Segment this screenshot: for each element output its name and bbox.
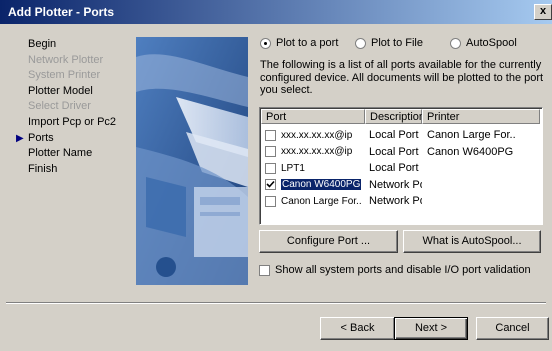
port-checkbox[interactable] — [265, 129, 276, 141]
cancel-button[interactable]: Cancel — [476, 317, 549, 340]
next-button[interactable]: Next > — [394, 317, 468, 340]
port-checkbox[interactable] — [265, 146, 276, 158]
port-name: xxx.xx.xx.xx@ip — [281, 129, 353, 141]
autospool-radio[interactable]: AutoSpool — [450, 37, 517, 49]
step-finish: Finish — [28, 162, 116, 178]
port-printer: Canon W6400PG — [427, 145, 514, 158]
step-begin: Begin — [28, 37, 116, 53]
show-all-ports-checkbox[interactable] — [259, 264, 270, 276]
output-mode-group: Plot to a port Plot to File AutoSpool — [260, 37, 550, 53]
port-printer: Canon Large For.. — [427, 129, 516, 142]
ports-list-header: Port Description Printer — [261, 109, 540, 125]
plot-to-file-radio[interactable]: Plot to File — [355, 37, 423, 49]
step-label: System Printer — [28, 69, 101, 82]
port-checkbox-checked[interactable] — [265, 179, 276, 191]
ports-list[interactable]: Port Description Printer xxx.xx.xx.xx@ip… — [259, 107, 543, 225]
port-name: xxx.xx.xx.xx@ip — [281, 146, 353, 158]
port-name: Canon Large For.. — [281, 195, 362, 207]
step-system-printer: System Printer — [28, 68, 116, 84]
step-label: Finish — [28, 162, 58, 175]
port-description: Local Port — [369, 162, 419, 175]
port-description: Network Port — [369, 178, 422, 191]
checkmark-icon — [266, 181, 275, 188]
step-network-plotter: Network Plotter — [28, 53, 116, 69]
list-item[interactable]: xxx.xx.xx.xx@ip Local Port Canon W6400PG — [261, 144, 540, 161]
current-step-arrow-icon: ▶ — [16, 132, 24, 144]
step-plotter-model: Plotter Model — [28, 84, 116, 100]
show-all-ports-label: Show all system ports and disable I/O po… — [275, 264, 531, 276]
footer-divider — [6, 302, 546, 304]
radio-indicator[interactable] — [260, 37, 271, 49]
list-item[interactable]: LPT1 Local Port — [261, 160, 540, 177]
column-header-port[interactable]: Port — [261, 109, 365, 124]
radio-label: AutoSpool — [466, 37, 517, 49]
step-label: Plotter Model — [28, 84, 93, 97]
show-all-ports-option[interactable]: Show all system ports and disable I/O po… — [259, 264, 531, 276]
port-description: Local Port — [369, 145, 419, 158]
list-item[interactable]: Canon Large For.. Network Port — [261, 193, 540, 210]
column-header-printer[interactable]: Printer — [422, 109, 540, 124]
back-button[interactable]: < Back — [320, 317, 395, 340]
port-cell: xxx.xx.xx.xx@ip — [261, 129, 365, 141]
close-button[interactable]: x — [534, 4, 552, 20]
step-label: Select Driver — [28, 100, 91, 113]
port-description: Network Port — [369, 195, 422, 208]
port-cell: Canon Large For.. — [261, 195, 365, 207]
plotter-illustration — [136, 37, 248, 285]
port-description: Local Port — [369, 129, 419, 142]
configure-port-button[interactable]: Configure Port ... — [259, 230, 398, 253]
step-label: Ports — [28, 131, 54, 144]
list-item[interactable]: xxx.xx.xx.xx@ip Local Port Canon Large F… — [261, 127, 540, 144]
ports-description: The following is a list of all ports ava… — [260, 59, 544, 96]
port-cell: LPT1 — [261, 162, 365, 174]
step-label: Network Plotter — [28, 53, 104, 66]
step-plotter-name: Plotter Name — [28, 146, 116, 162]
column-header-description[interactable]: Description — [365, 109, 425, 124]
step-label: Import Pcp or Pc2 — [28, 115, 117, 128]
port-checkbox[interactable] — [265, 195, 276, 207]
list-item-selected[interactable]: Canon W6400PG Network Port — [261, 177, 540, 194]
step-label: Begin — [28, 38, 57, 50]
radio-label: Plot to File — [371, 37, 423, 49]
step-import-pcp: Import Pcp or Pc2 — [28, 115, 116, 131]
plot-to-port-radio[interactable]: Plot to a port — [260, 37, 338, 49]
radio-indicator[interactable] — [450, 37, 461, 49]
step-label: Plotter Name — [28, 147, 93, 160]
port-cell: Canon W6400PG — [261, 179, 365, 191]
add-plotter-dialog: Add Plotter - Ports x Begin Network Plot… — [0, 0, 552, 351]
port-name: LPT1 — [281, 162, 305, 174]
what-is-autospool-button[interactable]: What is AutoSpool... — [403, 230, 541, 253]
step-ports: ▶ Ports — [16, 131, 116, 147]
radio-label: Plot to a port — [276, 37, 339, 49]
step-select-driver: Select Driver — [28, 99, 116, 115]
port-cell: xxx.xx.xx.xx@ip — [261, 146, 365, 158]
wizard-steps: Begin Network Plotter System Printer Plo… — [16, 37, 116, 178]
plotter-illustration-icon — [136, 37, 248, 285]
port-name: Canon W6400PG — [281, 179, 362, 191]
title-bar: Add Plotter - Ports x — [0, 0, 552, 24]
window-title: Add Plotter - Ports — [8, 5, 115, 19]
radio-indicator[interactable] — [355, 37, 366, 49]
port-checkbox[interactable] — [265, 162, 276, 174]
ports-list-rows: xxx.xx.xx.xx@ip Local Port Canon Large F… — [261, 127, 540, 210]
